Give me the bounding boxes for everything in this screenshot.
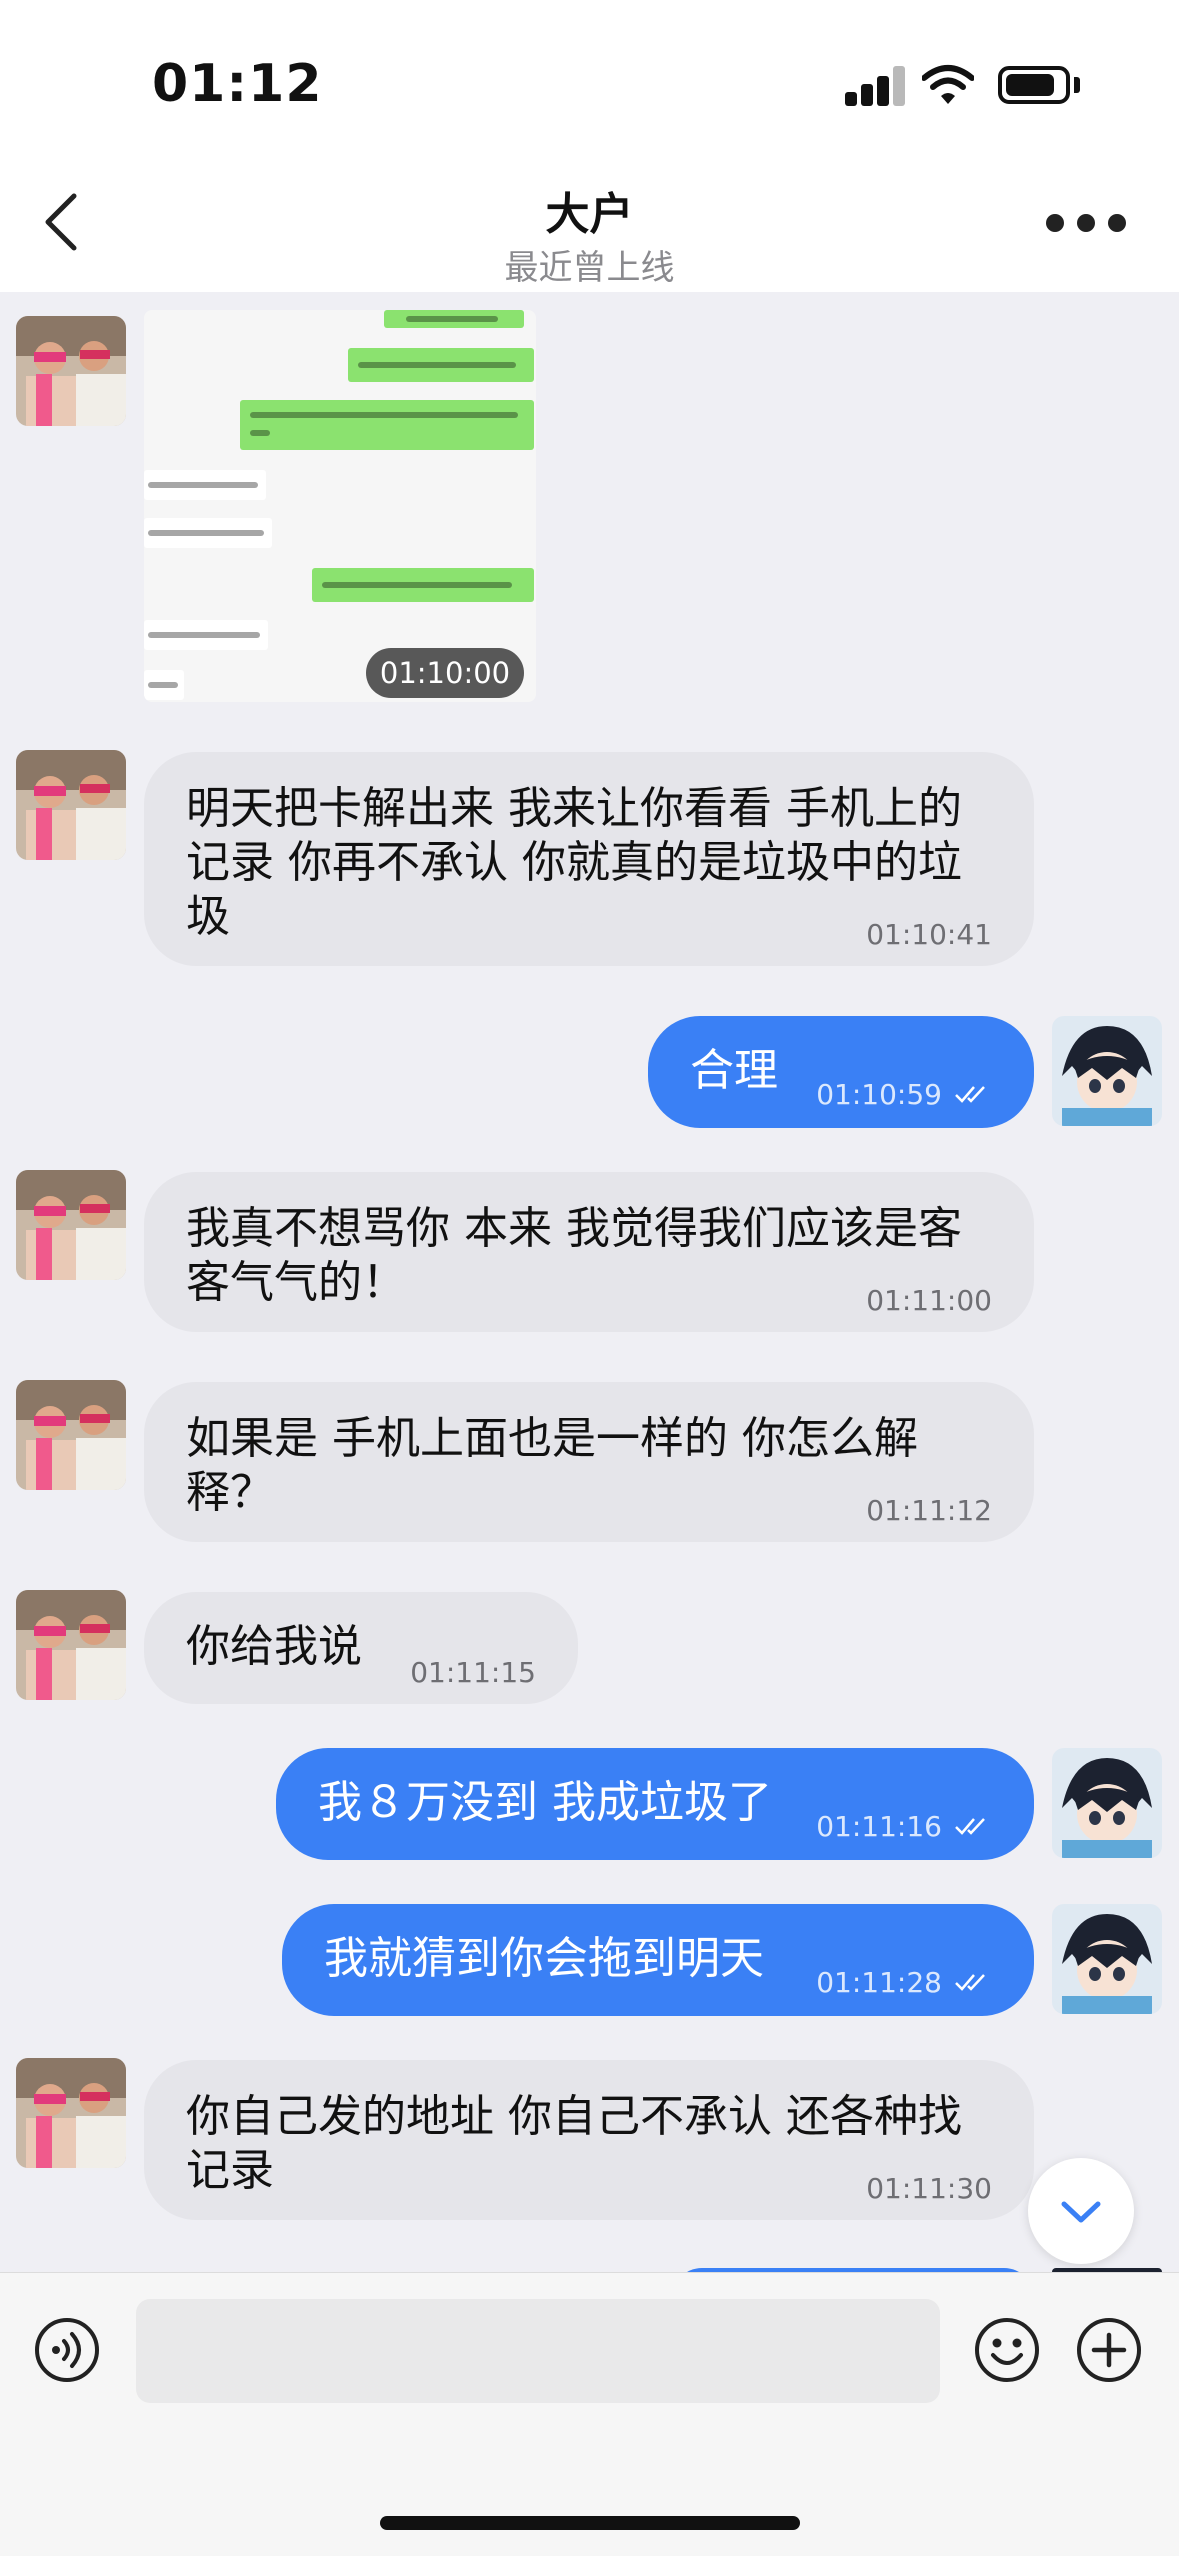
contact-avatar[interactable] xyxy=(16,1170,126,1280)
wifi-icon xyxy=(922,65,974,104)
image-timestamp: 01:10:00 xyxy=(366,648,524,698)
message-time: 01:10:41 xyxy=(866,918,992,951)
contact-avatar[interactable] xyxy=(16,1380,126,1490)
outgoing-message-bubble[interactable]: 我就猜到你会拖到明天 01:11:28 xyxy=(282,1904,1034,2016)
message-time: 01:11:15 xyxy=(410,1656,536,1689)
home-indicator xyxy=(380,2516,800,2530)
contact-avatar[interactable] xyxy=(16,316,126,426)
incoming-message-bubble[interactable]: 我真不想骂你 本来 我觉得我们应该是客客气气的！ 01:11:00 xyxy=(144,1172,1034,1332)
outgoing-message-bubble[interactable]: 我８万没到 我成垃圾了 01:11:16 xyxy=(276,1748,1034,1860)
battery-icon xyxy=(998,66,1070,104)
contact-avatar[interactable] xyxy=(16,1590,126,1700)
voice-icon[interactable] xyxy=(34,2317,100,2383)
double-check-icon xyxy=(955,1818,985,1835)
chat-title[interactable]: 大户 xyxy=(0,178,1179,242)
my-avatar[interactable] xyxy=(1052,1748,1162,1858)
my-avatar[interactable] xyxy=(1052,1016,1162,1126)
message-input[interactable] xyxy=(136,2299,940,2403)
contact-avatar[interactable] xyxy=(16,2058,126,2168)
contact-avatar[interactable] xyxy=(16,750,126,860)
scroll-to-bottom-button[interactable] xyxy=(1028,2158,1134,2264)
incoming-message-bubble[interactable]: 如果是 手机上面也是一样的 你怎么解释？ 01:11:12 xyxy=(144,1382,1034,1542)
image-message[interactable] xyxy=(144,310,536,702)
plus-icon[interactable] xyxy=(1076,2317,1142,2383)
incoming-message-bubble[interactable]: 你自己发的地址 你自己不承认 还各种找记录 01:11:30 xyxy=(144,2060,1034,2220)
more-dots-icon[interactable] xyxy=(1046,214,1126,234)
message-time: 01:11:28 xyxy=(816,1966,942,1999)
double-check-icon xyxy=(955,1974,985,1991)
chevron-down-icon xyxy=(1061,2201,1101,2223)
message-time: 01:11:00 xyxy=(866,1284,992,1317)
message-list[interactable]: 01:10:00 明天把卡解出来 我来让你看看 手机上的记录 你再不承认 你就真… xyxy=(0,292,1179,2272)
message-composer xyxy=(0,2272,1179,2556)
last-seen-status: 最近曾上线 xyxy=(504,248,675,288)
message-time: 01:11:30 xyxy=(866,2172,992,2205)
cellular-signal-icon xyxy=(845,66,907,106)
outgoing-message-bubble[interactable]: 合理 01:10:59 xyxy=(648,1016,1034,1128)
battery-tip xyxy=(1074,77,1080,93)
message-time: 01:10:59 xyxy=(816,1078,942,1111)
incoming-message-bubble[interactable]: 你给我说 01:11:15 xyxy=(144,1592,578,1704)
my-avatar[interactable] xyxy=(1052,1904,1162,2014)
chat-header: 01:12 大户 最近曾上线 xyxy=(0,0,1179,292)
incoming-message-bubble[interactable]: 明天把卡解出来 我来让你看看 手机上的记录 你再不承认 你就真的是垃圾中的垃圾 … xyxy=(144,752,1034,966)
message-time: 01:11:16 xyxy=(816,1810,942,1843)
double-check-icon xyxy=(955,1086,985,1103)
message-time: 01:11:12 xyxy=(866,1494,992,1527)
status-time: 01:12 xyxy=(152,54,323,114)
emoji-icon[interactable] xyxy=(974,2317,1040,2383)
